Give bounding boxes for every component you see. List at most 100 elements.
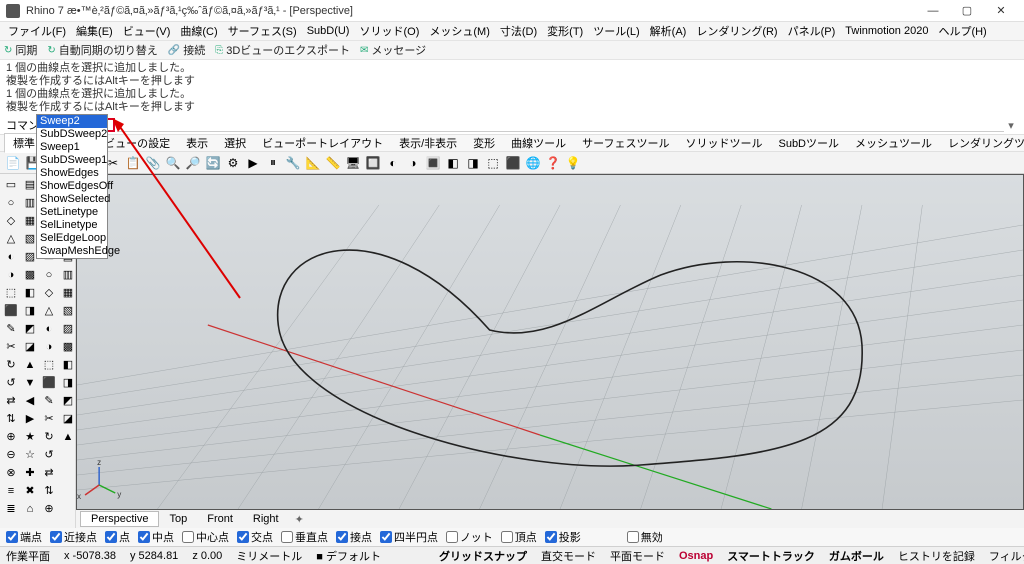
toolbar-icon[interactable]: 📐 bbox=[304, 154, 322, 172]
menu-item[interactable]: 編集(E) bbox=[72, 22, 117, 40]
side-tool-icon[interactable]: ⇄ bbox=[40, 464, 58, 481]
menu-item[interactable]: 曲線(C) bbox=[176, 22, 221, 40]
side-tool-icon[interactable]: ▶ bbox=[21, 410, 39, 427]
side-tool-icon[interactable]: ≣ bbox=[2, 500, 20, 517]
toolbar-icon[interactable]: ◧ bbox=[444, 154, 462, 172]
side-tool-icon[interactable]: ▧ bbox=[59, 302, 77, 319]
viewport-tab[interactable]: Front bbox=[197, 512, 243, 526]
status-ortho[interactable]: 直交モード bbox=[541, 548, 596, 564]
side-tool-icon[interactable]: ↻ bbox=[40, 428, 58, 445]
osnap-item[interactable]: 点 bbox=[105, 529, 130, 545]
side-tool-icon[interactable]: ▥ bbox=[59, 266, 77, 283]
toolbar-icon[interactable]: ⬚ bbox=[484, 154, 502, 172]
toolbar-icon[interactable]: 📄 bbox=[4, 154, 22, 172]
side-tool-icon[interactable]: ◑ bbox=[40, 338, 58, 355]
toolbar-tab[interactable]: サーフェスツール bbox=[574, 134, 677, 152]
osnap-checkbox[interactable] bbox=[446, 531, 458, 543]
toolbar-icon[interactable]: ◨ bbox=[464, 154, 482, 172]
toolbar-icon[interactable]: 🔲 bbox=[364, 154, 382, 172]
toolbar-tab[interactable]: ビューの設定 bbox=[96, 134, 178, 152]
side-tool-icon[interactable]: ↺ bbox=[40, 446, 58, 463]
autocomplete-item[interactable]: SelLinetype bbox=[37, 219, 107, 232]
side-tool-icon[interactable]: ◩ bbox=[21, 320, 39, 337]
osnap-item[interactable]: 頂点 bbox=[501, 529, 537, 545]
connect-button[interactable]: 🔗接続 bbox=[168, 42, 205, 58]
autocomplete-item[interactable]: SwapMeshEdge bbox=[37, 245, 107, 258]
menu-item[interactable]: ビュー(V) bbox=[119, 22, 175, 40]
osnap-item[interactable]: 近接点 bbox=[50, 529, 97, 545]
side-tool-icon[interactable]: ▲ bbox=[21, 356, 39, 373]
osnap-checkbox[interactable] bbox=[237, 531, 249, 543]
side-tool-icon[interactable]: ◪ bbox=[21, 338, 39, 355]
menu-item[interactable]: 変形(T) bbox=[543, 22, 587, 40]
side-tool-icon[interactable]: ⇅ bbox=[40, 482, 58, 499]
side-tool-icon[interactable]: ◧ bbox=[59, 356, 77, 373]
status-layer[interactable]: ■ デフォルト bbox=[316, 548, 381, 564]
viewport-tab-add[interactable]: ✦ bbox=[289, 512, 310, 527]
toolbar-icon[interactable]: ▶ bbox=[244, 154, 262, 172]
side-tool-icon[interactable]: ○ bbox=[40, 266, 58, 283]
osnap-item[interactable]: 中心点 bbox=[182, 529, 229, 545]
toolbar-icon[interactable]: 🔎 bbox=[184, 154, 202, 172]
osnap-item[interactable]: 交点 bbox=[237, 529, 273, 545]
toolbar-icon[interactable]: 📋 bbox=[124, 154, 142, 172]
status-gridsnap[interactable]: グリッドスナップ bbox=[439, 548, 527, 564]
menu-item[interactable]: サーフェス(S) bbox=[224, 22, 301, 40]
side-tool-icon[interactable]: ✚ bbox=[21, 464, 39, 481]
viewport-perspective[interactable]: z y x bbox=[76, 174, 1024, 510]
menu-item[interactable]: レンダリング(R) bbox=[692, 22, 781, 40]
osnap-checkbox[interactable] bbox=[138, 531, 150, 543]
side-tool-icon[interactable]: ⬚ bbox=[2, 284, 20, 301]
minimize-button[interactable]: — bbox=[916, 1, 950, 21]
osnap-disable[interactable]: 無効 bbox=[627, 529, 663, 545]
autocomplete-item[interactable]: SetLinetype bbox=[37, 206, 107, 219]
side-tool-icon[interactable]: ◨ bbox=[59, 374, 77, 391]
side-tool-icon[interactable]: ✖ bbox=[21, 482, 39, 499]
osnap-item[interactable]: 接点 bbox=[336, 529, 372, 545]
osnap-item[interactable]: 四半円点 bbox=[380, 529, 438, 545]
osnap-item[interactable]: 投影 bbox=[545, 529, 581, 545]
autosync-button[interactable]: ↻自動同期の切り替え bbox=[47, 42, 157, 58]
osnap-checkbox[interactable] bbox=[501, 531, 513, 543]
toolbar-icon[interactable]: ❓ bbox=[544, 154, 562, 172]
viewport-tab[interactable]: Perspective bbox=[80, 511, 159, 527]
autocomplete-item[interactable]: ShowEdgesOff bbox=[37, 180, 107, 193]
side-tool-icon[interactable]: ↻ bbox=[2, 356, 20, 373]
osnap-checkbox[interactable] bbox=[6, 531, 18, 543]
close-button[interactable]: ✕ bbox=[984, 1, 1018, 21]
side-tool-icon[interactable]: ⬚ bbox=[40, 356, 58, 373]
side-tool-icon[interactable]: ⬛ bbox=[2, 302, 20, 319]
side-tool-icon[interactable]: ◑ bbox=[2, 266, 20, 283]
side-tool-icon[interactable]: ○ bbox=[2, 194, 20, 211]
toolbar-icon[interactable]: 🖥 bbox=[344, 154, 362, 172]
autocomplete-item[interactable]: SelEdgeLoop bbox=[37, 232, 107, 245]
toolbar-icon[interactable]: 🔄 bbox=[204, 154, 222, 172]
osnap-checkbox[interactable] bbox=[182, 531, 194, 543]
status-osnap[interactable]: Osnap bbox=[679, 550, 713, 562]
toolbar-tab[interactable]: レンダリングツール bbox=[940, 134, 1024, 152]
side-tool-icon[interactable]: ✂ bbox=[40, 410, 58, 427]
side-tool-icon[interactable]: ⇅ bbox=[2, 410, 20, 427]
side-tool-icon[interactable]: ☆ bbox=[21, 446, 39, 463]
autocomplete-item[interactable]: ShowSelected bbox=[37, 193, 107, 206]
toolbar-icon[interactable]: ⏸ bbox=[264, 154, 282, 172]
toolbar-icon[interactable]: ◑ bbox=[404, 154, 422, 172]
osnap-checkbox[interactable] bbox=[336, 531, 348, 543]
side-tool-icon[interactable]: ◇ bbox=[40, 284, 58, 301]
side-tool-icon[interactable]: ↺ bbox=[2, 374, 20, 391]
side-tool-icon[interactable]: ⇄ bbox=[2, 392, 20, 409]
osnap-checkbox[interactable] bbox=[105, 531, 117, 543]
side-tool-icon[interactable]: ◩ bbox=[59, 392, 77, 409]
osnap-item[interactable]: 垂直点 bbox=[281, 529, 328, 545]
toolbar-icon[interactable]: 🔧 bbox=[284, 154, 302, 172]
menu-item[interactable]: ツール(L) bbox=[589, 22, 643, 40]
status-record[interactable]: ヒストリを記録 bbox=[898, 548, 975, 564]
menu-item[interactable]: SubD(U) bbox=[303, 24, 354, 38]
side-tool-icon[interactable]: ◐ bbox=[40, 320, 58, 337]
menu-item[interactable]: パネル(P) bbox=[784, 22, 840, 40]
side-tool-icon[interactable]: ⌂ bbox=[21, 500, 39, 517]
side-tool-icon[interactable]: ▦ bbox=[59, 284, 77, 301]
side-tool-icon[interactable]: ◧ bbox=[21, 284, 39, 301]
sync-button[interactable]: ↻同期 bbox=[4, 42, 37, 58]
menu-item[interactable]: 解析(A) bbox=[646, 22, 691, 40]
